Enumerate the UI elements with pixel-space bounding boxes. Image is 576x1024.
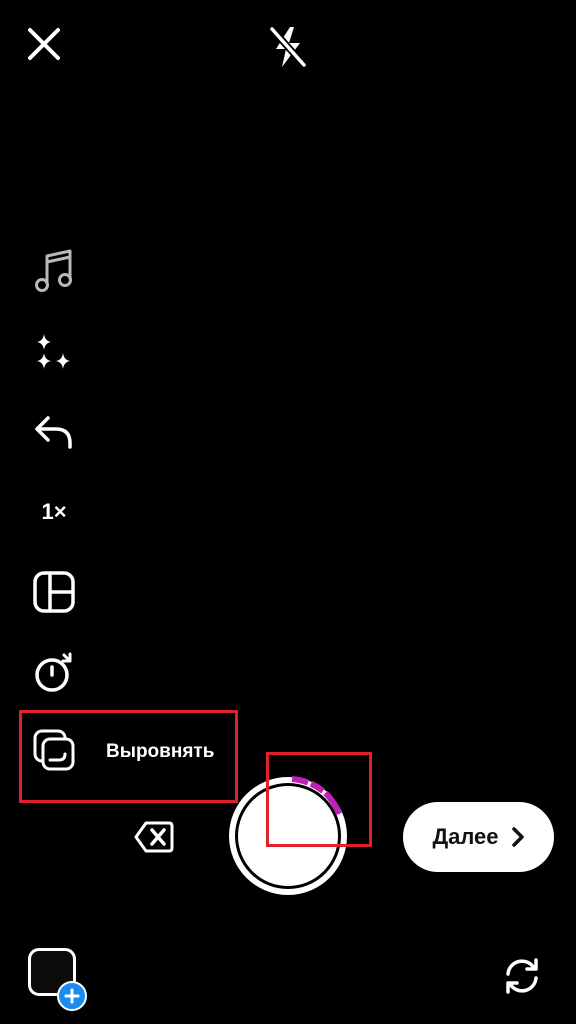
flip-camera-icon — [500, 954, 544, 998]
highlight-box-progress — [266, 752, 372, 847]
undo-tool-button[interactable] — [26, 404, 82, 460]
timer-icon — [32, 650, 76, 694]
zoom-level-label: 1× — [41, 499, 67, 524]
gallery-button[interactable] — [24, 944, 92, 1014]
next-button-label: Далее — [432, 824, 499, 849]
layout-grid-icon — [32, 570, 76, 614]
effects-tool-button[interactable] — [26, 324, 82, 380]
layout-tool-button[interactable] — [26, 564, 82, 620]
music-note-icon — [32, 248, 76, 294]
music-tool-button[interactable] — [26, 243, 82, 299]
zoom-tool-button[interactable]: 1× — [26, 484, 82, 540]
undo-arrow-icon — [32, 412, 76, 452]
camera-screen: 1× Выровнять Далее — [0, 0, 576, 1024]
highlight-box-align — [19, 710, 238, 803]
flip-camera-button[interactable] — [498, 952, 546, 1000]
chevron-right-icon — [511, 826, 525, 848]
backspace-icon — [133, 820, 175, 854]
delete-segment-button[interactable] — [132, 815, 176, 859]
gallery-add-icon — [57, 981, 87, 1011]
flash-toggle-button[interactable] — [264, 22, 312, 72]
close-icon — [26, 26, 62, 62]
timer-tool-button[interactable] — [26, 644, 82, 700]
sparkles-icon — [32, 330, 76, 374]
close-button[interactable] — [20, 20, 68, 68]
next-button[interactable]: Далее — [403, 802, 554, 872]
flash-off-icon — [266, 24, 310, 70]
